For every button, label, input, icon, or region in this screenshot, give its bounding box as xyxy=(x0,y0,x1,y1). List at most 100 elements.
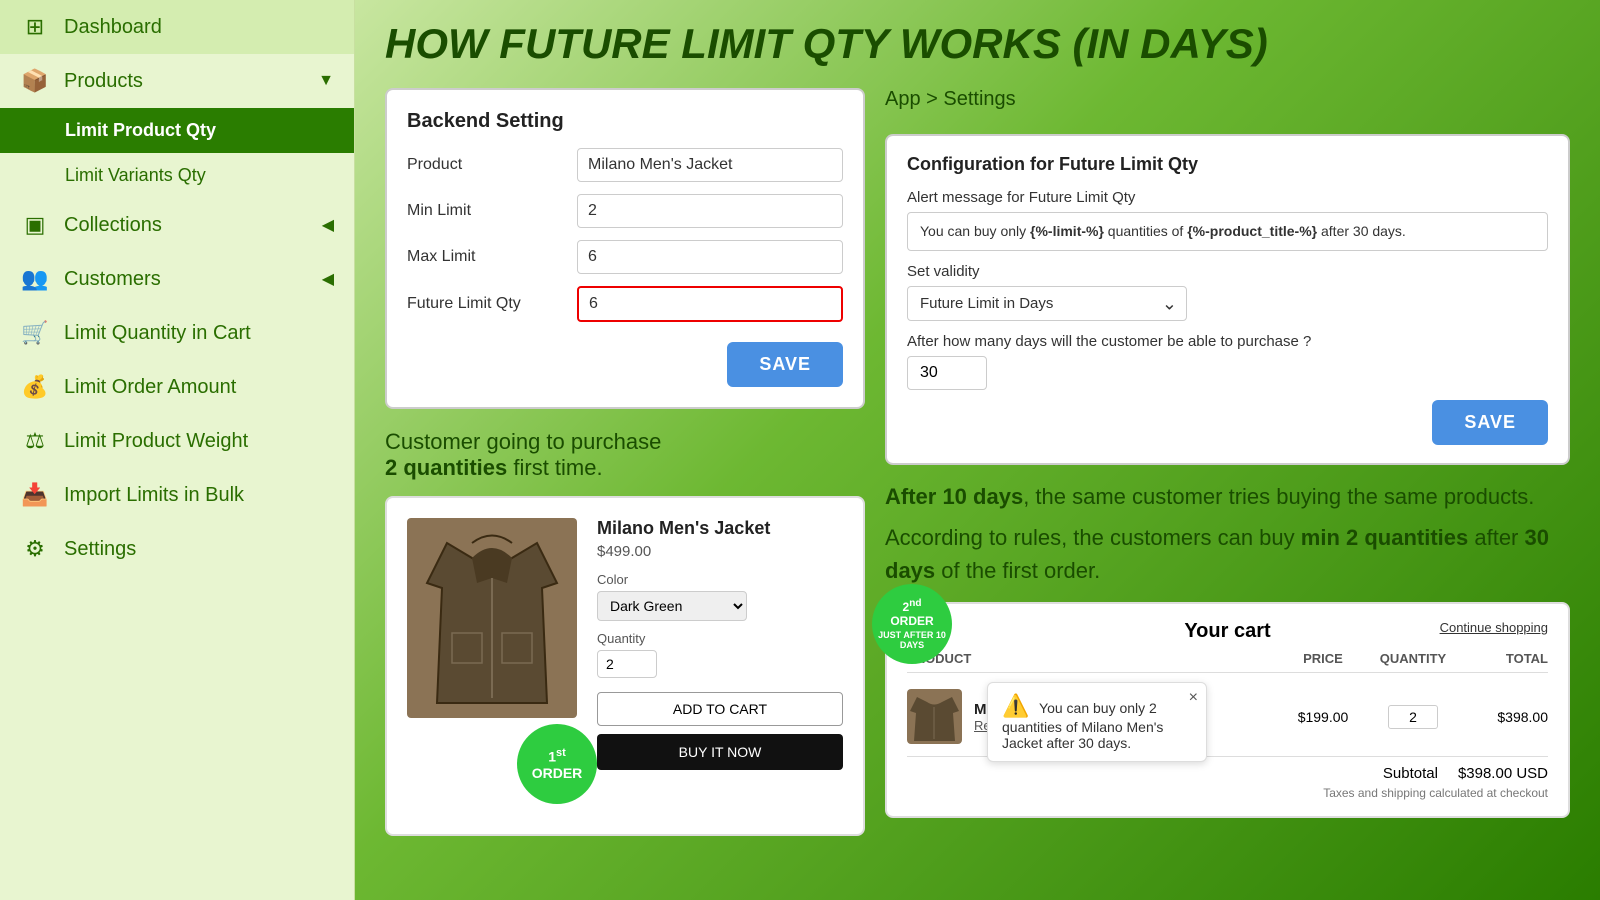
chevron-down-icon: ▼ xyxy=(318,72,334,90)
sidebar-item-settings[interactable]: ⚙ Settings xyxy=(0,522,354,576)
order-label-2nd: ORDER xyxy=(890,614,933,628)
sidebar-item-label: Products xyxy=(64,70,304,93)
second-order-badge: 2nd ORDER JUST AFTER 10 DAYS xyxy=(872,584,952,664)
product-label: Product xyxy=(407,156,567,174)
alert-msg-label: Alert message for Future Limit Qty xyxy=(907,189,1548,206)
color-select[interactable]: Dark Green xyxy=(597,591,747,621)
purchase-line2-rest: first time. xyxy=(507,455,602,480)
sidebar-item-dashboard[interactable]: ⊞ Dashboard xyxy=(0,0,354,54)
sidebar-sub-label: Limit Product Qty xyxy=(65,120,216,141)
future-limit-label: Future Limit Qty xyxy=(407,295,567,313)
backend-save-button[interactable]: SAVE xyxy=(727,342,843,387)
validity-select-wrapper: Future Limit in Days ⌄ xyxy=(907,286,1187,321)
color-label: Color xyxy=(597,572,843,587)
cart-header-price: PRICE xyxy=(1278,651,1368,666)
product-details: Milano Men's Jacket $499.00 Color Dark G… xyxy=(597,518,843,814)
days-input[interactable] xyxy=(907,356,987,390)
customers-icon: 👥 xyxy=(20,266,50,292)
qty-label: Quantity xyxy=(597,631,843,646)
sidebar-item-products[interactable]: 📦 Products ▼ xyxy=(0,54,354,108)
validity-select[interactable]: Future Limit in Days xyxy=(907,286,1187,321)
min-limit-input[interactable] xyxy=(577,194,843,228)
sidebar-item-limit-variants-qty[interactable]: Limit Variants Qty xyxy=(0,153,354,198)
cart-product-thumbnail xyxy=(907,689,962,744)
sidebar-item-label: Limit Order Amount xyxy=(64,376,334,399)
cart-header-qty: QUANTITY xyxy=(1368,651,1458,666)
product-image xyxy=(407,518,577,718)
after-days-line1: After 10 days, the same customer tries b… xyxy=(885,480,1570,513)
sidebar-item-label: Import Limits in Bulk xyxy=(64,484,334,507)
buy-it-now-button[interactable]: BUY IT NOW xyxy=(597,734,843,770)
subtotal-label: Subtotal xyxy=(1383,765,1438,782)
backend-setting-card: Backend Setting Product Min Limit Max Li… xyxy=(385,88,865,409)
max-limit-label: Max Limit xyxy=(407,248,567,266)
product-price: $499.00 xyxy=(597,543,843,560)
cart-icon: 🛒 xyxy=(20,320,50,346)
sidebar-item-label: Customers xyxy=(64,268,308,291)
dashboard-icon: ⊞ xyxy=(20,14,50,40)
tooltip-close-button[interactable]: × xyxy=(1189,689,1198,707)
sidebar-item-import-limits[interactable]: 📥 Import Limits in Bulk xyxy=(0,468,354,522)
purchase-quantities: 2 quantities xyxy=(385,455,507,480)
weight-icon: ⚖ xyxy=(20,428,50,454)
max-limit-input[interactable] xyxy=(577,240,843,274)
cart-qty-input[interactable] xyxy=(1388,705,1438,729)
add-to-cart-button[interactable]: ADD TO CART xyxy=(597,692,843,726)
sidebar-item-limit-quantity-cart[interactable]: 🛒 Limit Quantity in Cart xyxy=(0,306,354,360)
backend-setting-title: Backend Setting xyxy=(407,110,843,133)
config-save-button[interactable]: SAVE xyxy=(1432,400,1548,445)
after-days-line2: According to rules, the customers can bu… xyxy=(885,521,1570,587)
cart-taxes-text: Taxes and shipping calculated at checkou… xyxy=(907,786,1548,800)
sidebar-item-limit-product-weight[interactable]: ⚖ Limit Product Weight xyxy=(0,414,354,468)
chevron-left-icon: ◀ xyxy=(322,269,334,289)
after-days-explanation: After 10 days, the same customer tries b… xyxy=(885,480,1570,587)
sidebar-item-label: Settings xyxy=(64,538,334,561)
products-icon: 📦 xyxy=(20,68,50,94)
sidebar-item-limit-order-amount[interactable]: 💰 Limit Order Amount xyxy=(0,360,354,414)
sidebar-item-collections[interactable]: ▣ Collections ◀ xyxy=(0,198,354,252)
alert-message-box: You can buy only {%-limit-%} quantities … xyxy=(907,212,1548,251)
breadcrumb-text: App > Settings xyxy=(885,88,1016,111)
jacket-svg xyxy=(417,523,567,713)
min-limit-label: Min Limit xyxy=(407,202,567,220)
customer-purchase-text: Customer going to purchase 2 quantities … xyxy=(385,424,865,481)
sidebar-item-label: Limit Product Weight xyxy=(64,430,334,453)
product-row: Product xyxy=(407,148,843,182)
continue-shopping-link[interactable]: Continue shopping xyxy=(1440,620,1548,635)
subtotal-value: $398.00 USD xyxy=(1458,765,1548,782)
cart-total: $398.00 xyxy=(1458,709,1548,725)
sidebar-item-customers[interactable]: 👥 Customers ◀ xyxy=(0,252,354,306)
warning-icon: ⚠️ xyxy=(1002,693,1029,718)
product-input[interactable] xyxy=(577,148,843,182)
future-limit-row: Future Limit Qty xyxy=(407,286,843,322)
order-label: ORDER xyxy=(532,765,583,781)
page-title: HOW FUTURE LIMIT QTY WORKS (IN DAYS) xyxy=(385,20,1570,68)
purchase-line1: Customer going to purchase xyxy=(385,429,661,454)
cart-header-product: PRODUCT xyxy=(907,651,1278,666)
tooltip-warning: ⚠️ You can buy only 2 quantities of Mila… xyxy=(987,682,1207,762)
product-name: Milano Men's Jacket xyxy=(597,518,843,539)
cart-price: $199.00 xyxy=(1278,709,1368,725)
sidebar-item-limit-product-qty[interactable]: Limit Product Qty xyxy=(0,108,354,153)
purchase-description: Customer going to purchase 2 quantities … xyxy=(385,429,865,481)
cart-header-total: TOTAL xyxy=(1458,651,1548,666)
collections-icon: ▣ xyxy=(20,212,50,238)
max-limit-row: Max Limit xyxy=(407,240,843,274)
cart-row: Milano Men's Jacket Remove $199.00 $398.… xyxy=(907,681,1548,752)
breadcrumb: App > Settings xyxy=(885,88,1570,111)
cart-jacket-svg xyxy=(907,689,962,744)
order-amount-icon: 💰 xyxy=(20,374,50,400)
validity-label: Set validity xyxy=(907,263,1548,280)
qty-input[interactable] xyxy=(597,650,657,678)
cart-headers: PRODUCT PRICE QUANTITY TOTAL xyxy=(907,651,1548,673)
min-limit-row: Min Limit xyxy=(407,194,843,228)
first-order-badge: 1st ORDER xyxy=(517,724,597,804)
import-icon: 📥 xyxy=(20,482,50,508)
order-sub: JUST AFTER 10 DAYS xyxy=(872,630,952,650)
order-num: 1st xyxy=(548,747,566,765)
days-label: After how many days will the customer be… xyxy=(907,333,1548,350)
config-title: Configuration for Future Limit Qty xyxy=(907,154,1548,175)
settings-icon: ⚙ xyxy=(20,536,50,562)
future-limit-input[interactable] xyxy=(577,286,843,322)
sidebar-item-label: Dashboard xyxy=(64,16,334,39)
